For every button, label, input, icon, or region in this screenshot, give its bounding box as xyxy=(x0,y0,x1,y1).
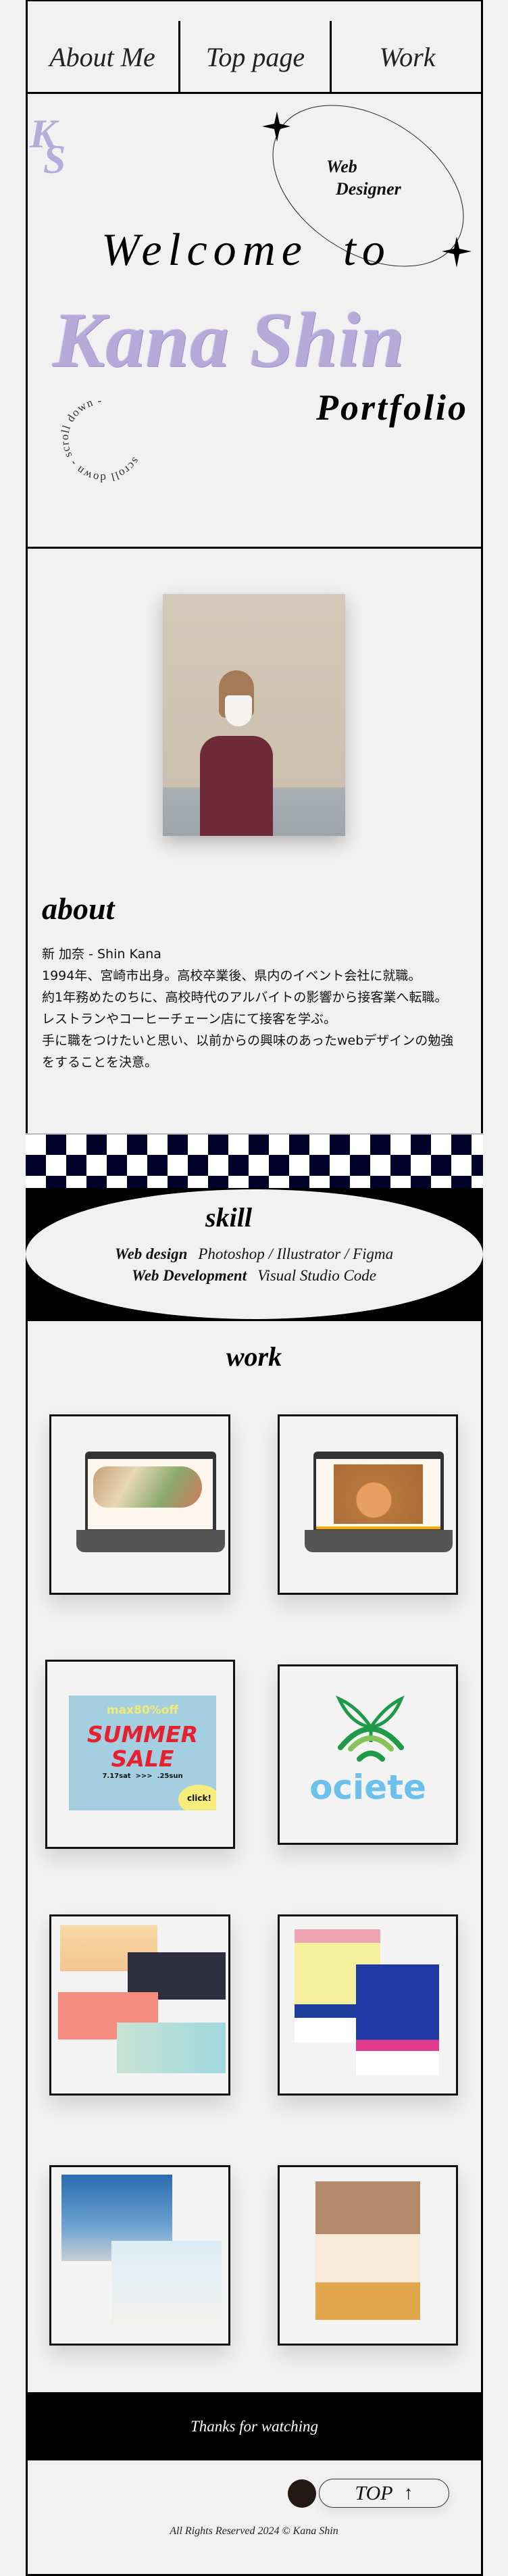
ociete-logo-icon xyxy=(335,1695,405,1762)
bio-line: 1994年、宮崎市出身。高校卒業後、県内のイベント会社に就職。 xyxy=(42,968,422,983)
work-card-seitai-flyer[interactable] xyxy=(278,2165,458,2346)
work-card-cashback-flyers[interactable] xyxy=(278,1914,458,2096)
bio-line: 新 加奈 - Shin Kana xyxy=(42,947,161,962)
collage-image xyxy=(315,2181,420,2320)
skill-heading: skill xyxy=(205,1202,252,1233)
badge-web: Web xyxy=(326,157,357,176)
skill-row: Web Development Visual Studio Code xyxy=(0,1267,508,1285)
banner-sale: SALE xyxy=(111,1745,174,1772)
work-card-website-2[interactable] xyxy=(278,1414,458,1595)
top-button-dot[interactable] xyxy=(288,2479,316,2508)
welcome-heading: Welcome to xyxy=(101,224,391,275)
bio-line: 手に職をつけたいと思い、以前からの興味のあったwebデザインの勉強をすることを決… xyxy=(42,1033,454,1070)
sparkle-icon xyxy=(262,112,290,142)
work-card-website-1[interactable] xyxy=(49,1414,230,1595)
svg-text:scroll down - scroll down -: scroll down - scroll down - xyxy=(59,395,147,483)
nav-work[interactable]: Work xyxy=(332,20,483,94)
checker-pattern xyxy=(26,1133,483,1188)
top-label: TOP xyxy=(355,2481,393,2504)
collage-image xyxy=(111,2241,222,2327)
bio-line: 約1年務めたのちに、高校時代のアルバイトの影響から接客業へ転職。 xyxy=(42,990,448,1005)
copyright: All Rights Reserved 2024 © Kana Shin xyxy=(170,2525,338,2537)
arrow-up-icon: ↑ xyxy=(403,2482,413,2504)
work-card-summer-sale[interactable]: max80%off SUMMER SALE 7.17sat >>> .25sun… xyxy=(45,1660,235,1849)
badge-designer: Designer xyxy=(336,179,401,199)
skill-category: Web design xyxy=(114,1245,188,1262)
work-heading: work xyxy=(226,1341,282,1372)
about-heading: about xyxy=(42,891,115,926)
sparkle-icon xyxy=(442,237,472,268)
laptop-mockup xyxy=(304,1452,453,1552)
nav-top-page[interactable]: Top page xyxy=(180,20,330,94)
name-heading: Kana Shin xyxy=(53,297,405,384)
work-card-drink-banners[interactable] xyxy=(49,1914,230,2096)
skill-category: Web Development xyxy=(131,1267,247,1284)
scroll-down-text: scroll down - scroll down - xyxy=(59,395,147,483)
nav-about-me[interactable]: About Me xyxy=(26,20,179,94)
bio-line: レストランやコーヒーチェーン店にて接客を学ぶ。 xyxy=(42,1012,337,1026)
profile-photo xyxy=(163,594,345,836)
section-divider xyxy=(26,547,483,549)
skill-row: Web design Photoshop / Illustrator / Figm… xyxy=(0,1245,508,1263)
about-bio: 新 加奈 - Shin Kana 1994年、宮崎市出身。高校卒業後、県内のイベ… xyxy=(42,943,461,1073)
work-card-ociete-logo[interactable]: ociete xyxy=(278,1664,458,1845)
collage-image xyxy=(356,1964,439,2075)
summer-sale-banner: max80%off SUMMER SALE 7.17sat >>> .25sun… xyxy=(69,1695,216,1810)
portfolio-heading: Portfolio xyxy=(316,387,468,428)
thanks-banner: Thanks for watching xyxy=(26,2392,483,2460)
back-to-top-button[interactable]: TOP ↑ xyxy=(319,2479,449,2508)
banner-dates: 7.17sat >>> .25sun xyxy=(102,1773,183,1780)
laptop-mockup xyxy=(76,1452,225,1552)
banner-summer: SUMMER xyxy=(86,1721,199,1748)
banner-discount: max80%off xyxy=(106,1704,179,1717)
work-card-housing-fair[interactable] xyxy=(49,2165,230,2346)
banner-click: click! xyxy=(178,1785,216,1810)
skill-tools: Visual Studio Code xyxy=(257,1267,376,1284)
collage-image xyxy=(117,2023,226,2073)
section-divider xyxy=(26,1319,483,1321)
scroll-down-indicator[interactable]: scroll down - scroll down - xyxy=(59,395,147,483)
ociete-logo-text: ociete xyxy=(309,1768,426,1807)
top-nav: About Me Top page Work xyxy=(26,0,483,94)
skill-tools: Photoshop / Illustrator / Figma xyxy=(198,1245,394,1262)
